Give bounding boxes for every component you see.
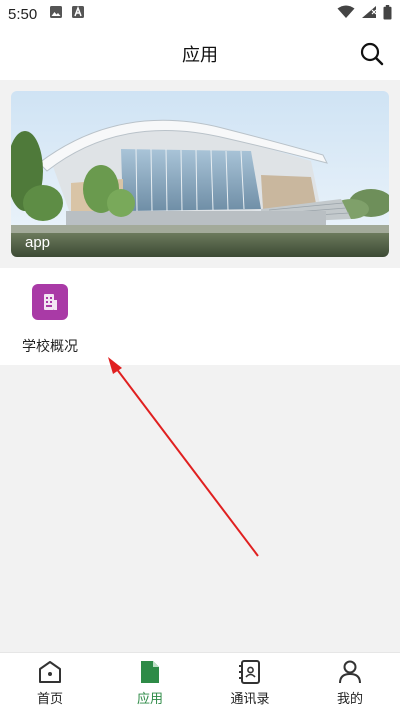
stadium-illustration (11, 91, 389, 257)
signal-icon (361, 5, 377, 23)
nav-label: 首页 (36, 692, 63, 707)
nav-label: 应用 (136, 692, 163, 707)
banner-label: app (25, 234, 51, 251)
status-bar: 5:50 (0, 0, 400, 28)
battery-icon (383, 4, 392, 24)
nav-label: 我的 (336, 692, 363, 707)
user-icon (339, 660, 361, 684)
nav-label: 通讯录 (230, 692, 270, 707)
app-icon-tile (32, 284, 68, 320)
search-button[interactable] (358, 40, 386, 68)
nav-item-apps[interactable]: 应用 (100, 653, 200, 711)
page-title: 应用 (182, 45, 218, 66)
app-label: 学校概况 (22, 339, 78, 355)
contacts-icon (239, 660, 260, 684)
banner-section: app (0, 80, 400, 268)
building-icon (44, 294, 57, 310)
apps-grid: 学校概况 (0, 268, 400, 365)
wifi-icon (337, 5, 355, 23)
app-tile-school-overview[interactable]: 学校概况 (12, 282, 88, 358)
nav-item-home[interactable]: 首页 (0, 653, 100, 711)
banner-image[interactable]: app (11, 91, 389, 257)
status-time: 5:50 (8, 5, 38, 23)
home-icon (39, 661, 61, 683)
document-icon (141, 661, 159, 683)
image-notification-icon (49, 5, 63, 23)
app-header: 应用 (0, 28, 400, 80)
bottom-nav: 首页 应用 通讯录 我的 (0, 652, 400, 711)
nav-item-profile[interactable]: 我的 (300, 653, 400, 711)
search-icon (360, 42, 384, 66)
status-icons (337, 4, 392, 24)
font-notification-icon (71, 5, 85, 23)
nav-item-contacts[interactable]: 通讯录 (200, 653, 300, 711)
